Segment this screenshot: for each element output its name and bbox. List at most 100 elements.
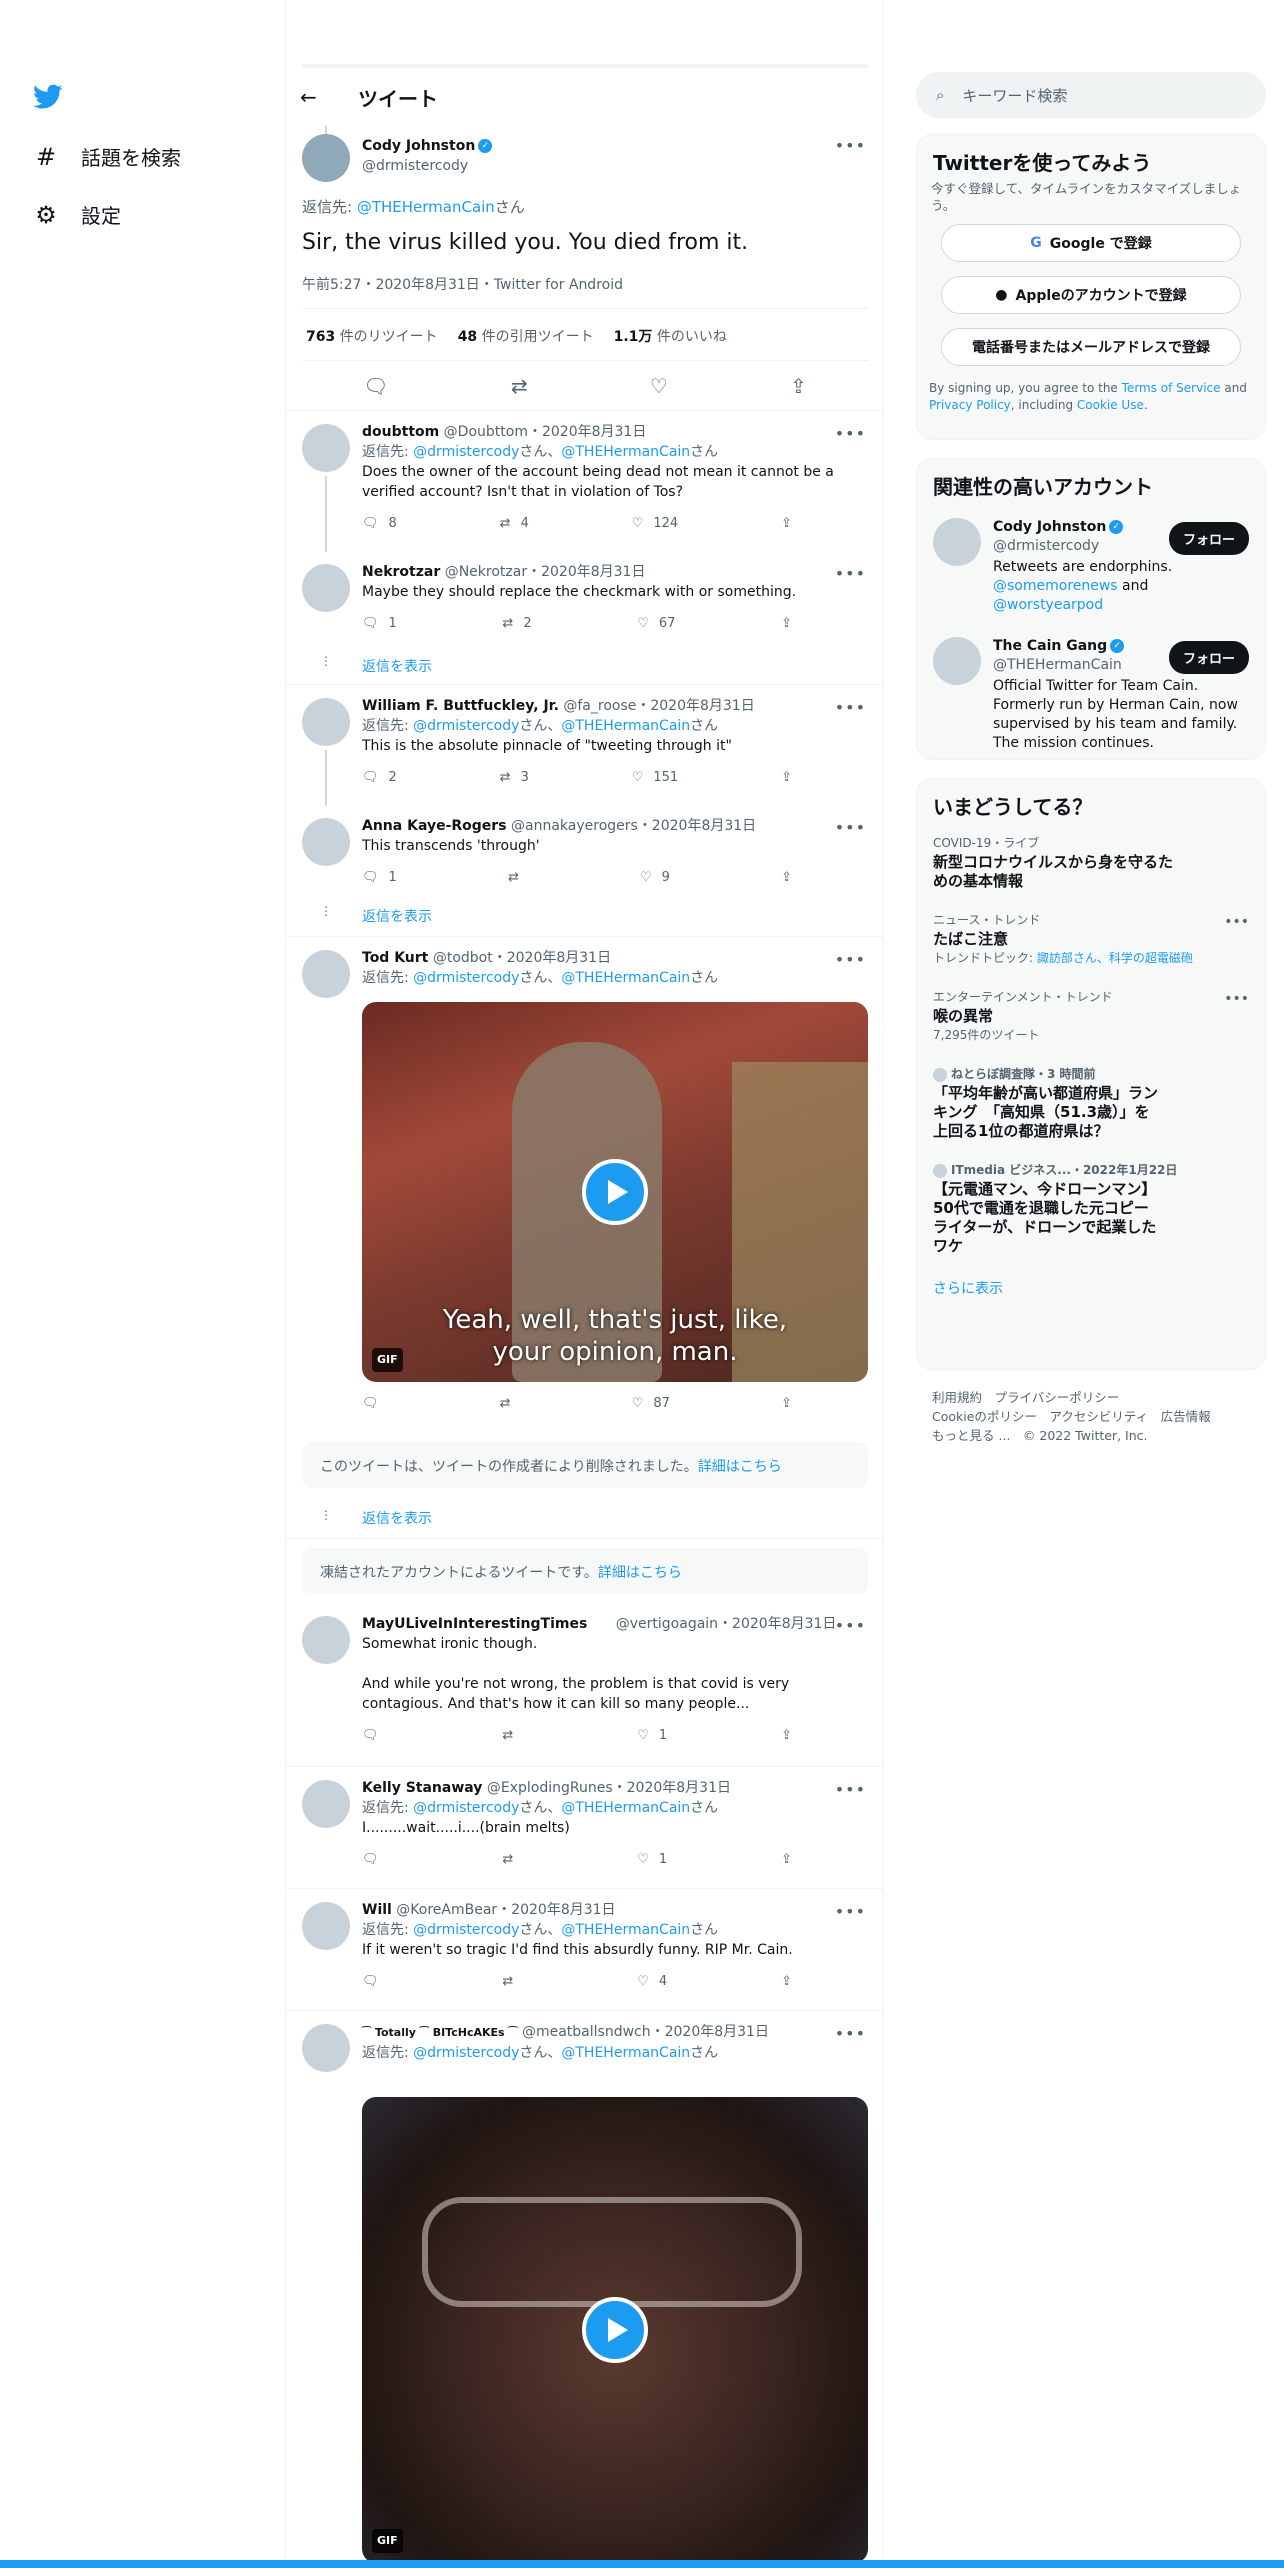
quote-count[interactable]: 48 件の引用ツイート xyxy=(458,326,594,346)
reply-date[interactable]: ・2020年8月31日 xyxy=(636,698,754,714)
reply-button[interactable]: 🗨 2 xyxy=(362,768,397,788)
reply-button[interactable]: 🗨 xyxy=(362,1850,389,1870)
retweet-button[interactable]: ⇄ 2 xyxy=(502,614,531,634)
reply-author-handle[interactable]: @annakayerogers xyxy=(511,818,638,834)
reply-author-name[interactable]: Will xyxy=(362,1902,392,1918)
like-button[interactable]: ♡ 67 xyxy=(637,614,675,634)
avatar[interactable] xyxy=(302,424,350,472)
avatar[interactable] xyxy=(302,2024,350,2072)
trend-topic-link[interactable]: 諏訪部さん、科学の超電磁砲 xyxy=(1037,951,1193,965)
reply-author-handle[interactable]: @vertigoagain xyxy=(616,1616,718,1632)
show-replies-link[interactable]: 返信を表示 xyxy=(362,656,432,676)
account-name[interactable]: Cody Johnston xyxy=(993,519,1106,535)
back-arrow-icon[interactable]: ← xyxy=(300,85,340,109)
bio-link[interactable]: @somemorenews xyxy=(993,578,1118,594)
avatar[interactable] xyxy=(302,818,350,866)
footer-accessibility-link[interactable]: アクセシビリティ xyxy=(1049,1409,1148,1424)
retweet-icon[interactable]: ⇄ xyxy=(511,374,528,398)
share-icon[interactable]: ⇪ xyxy=(790,374,807,398)
avatar[interactable] xyxy=(302,950,350,998)
reply-to-link[interactable]: @THEHermanCain xyxy=(561,2045,690,2061)
reply-author-handle[interactable]: @meatballsndwch xyxy=(522,2024,651,2040)
retweet-button[interactable]: ⇄ xyxy=(502,1850,523,1870)
like-button[interactable]: ♡ 124 xyxy=(632,514,678,534)
share-icon[interactable]: ⇪ xyxy=(781,1850,792,1870)
footer-ads-link[interactable]: 広告情報 xyxy=(1161,1409,1211,1424)
reply-tweet[interactable]: ••• doubttom @Doubttom・2020年8月31日 返信先: @… xyxy=(286,412,883,552)
play-button[interactable] xyxy=(582,1159,648,1225)
reply-date[interactable]: ・2020年8月31日 xyxy=(613,1780,731,1796)
avatar[interactable] xyxy=(933,518,981,566)
nav-explore[interactable]: # 話題を検索 xyxy=(33,142,181,171)
cookie-link[interactable]: Cookie Use xyxy=(1077,398,1144,412)
like-button[interactable]: ♡ 87 xyxy=(632,1394,670,1414)
follow-button[interactable]: フォロー xyxy=(1168,522,1249,555)
reply-date[interactable]: ・2020年8月31日 xyxy=(497,1902,615,1918)
share-icon[interactable]: ⇪ xyxy=(781,514,792,534)
reply-to-link[interactable]: @THEHermanCain xyxy=(561,1800,690,1816)
reply-to-link[interactable]: @drmistercody xyxy=(413,2045,519,2061)
reply-to-link[interactable]: @drmistercody xyxy=(413,718,519,734)
trend-item[interactable]: COVID-19・ライブ 新型コロナウイルスから身を守るための基本情報 xyxy=(917,824,1265,901)
reply-date[interactable]: ・2020年8月31日 xyxy=(493,950,611,966)
reply-tweet[interactable]: ••• MayULiveInInterestingTimes @vertigoa… xyxy=(286,1604,883,1764)
retweet-button[interactable]: ⇄ xyxy=(500,1394,521,1414)
terms-link[interactable]: Terms of Service xyxy=(1122,381,1221,395)
follow-button[interactable]: フォロー xyxy=(1168,641,1249,674)
reply-tweet[interactable]: ••• ⁀ Totally ⁀ BITcHcAKEs ⁀ @meatballsn… xyxy=(286,2012,883,2568)
reply-to-link[interactable]: @THEHermanCain xyxy=(561,718,690,734)
reply-date[interactable]: ・2020年8月31日 xyxy=(527,564,645,580)
author-name[interactable]: Cody Johnston xyxy=(362,138,475,154)
show-replies-link[interactable]: 返信を表示 xyxy=(362,906,432,926)
reply-to-link[interactable]: @drmistercody xyxy=(413,1800,519,1816)
trend-item[interactable]: ねとらぼ調査隊・3 時間前 「平均年齢が高い都道府県」ランキング 「高知県（51… xyxy=(917,1055,1265,1151)
reply-tweet[interactable]: ••• Nekrotzar @Nekrotzar・2020年8月31日 Mayb… xyxy=(286,552,883,684)
reply-author-handle[interactable]: @Doubttom xyxy=(444,424,528,440)
reply-button[interactable]: 🗨 xyxy=(362,1394,389,1414)
reply-tweet[interactable]: ••• Kelly Stanaway @ExplodingRunes・2020年… xyxy=(286,1768,883,1888)
avatar[interactable] xyxy=(302,564,350,612)
reply-tweet[interactable]: ••• Anna Kaye-Rogers @annakayerogers・202… xyxy=(286,806,883,936)
avatar[interactable] xyxy=(302,698,350,746)
reply-author-name[interactable]: ⁀ Totally ⁀ BITcHcAKEs ⁀ xyxy=(362,2026,518,2039)
retweet-button[interactable]: ⇄ xyxy=(502,1726,523,1746)
reply-button[interactable]: 🗨 1 xyxy=(362,868,397,888)
bio-link[interactable]: @worstyearpod xyxy=(993,597,1103,613)
account-item[interactable]: The Cain Gang ✓ @THEHermanCain Official T… xyxy=(917,629,1265,761)
reply-to-link[interactable]: @THEHermanCain xyxy=(561,444,690,460)
like-button[interactable]: ♡ 1 xyxy=(637,1726,667,1746)
reply-button[interactable]: 🗨 xyxy=(362,1726,389,1746)
reply-author-handle[interactable]: @KoreAmBear xyxy=(396,1902,497,1918)
nav-settings[interactable]: ⚙ 設定 xyxy=(33,200,121,229)
account-name[interactable]: The Cain Gang xyxy=(993,638,1107,654)
reply-to-link[interactable]: @drmistercody xyxy=(413,1922,519,1938)
avatar[interactable] xyxy=(302,1902,350,1950)
footer-privacy-link[interactable]: プライバシーポリシー xyxy=(995,1390,1120,1405)
avatar[interactable] xyxy=(302,134,350,182)
reply-button[interactable]: 🗨 1 xyxy=(362,614,397,634)
reply-button[interactable]: 🗨 xyxy=(362,1972,389,1992)
like-button[interactable]: ♡ 4 xyxy=(637,1972,667,1992)
search-box[interactable]: ⌕ キーワード検索 xyxy=(916,72,1266,118)
reply-tweet[interactable]: ••• Will @KoreAmBear・2020年8月31日 返信先: @dr… xyxy=(286,1890,883,2010)
share-icon[interactable]: ⇪ xyxy=(781,614,792,634)
reply-to-link[interactable]: @THEHermanCain xyxy=(357,198,495,216)
reply-author-name[interactable]: doubttom xyxy=(362,424,439,440)
search-input[interactable]: キーワード検索 xyxy=(962,85,1067,106)
tweet-meta[interactable]: 午前5:27・2020年8月31日・Twitter for Android xyxy=(302,274,623,294)
reply-author-name[interactable]: Anna Kaye-Rogers xyxy=(362,818,507,834)
trend-item[interactable]: ITmedia ビジネス...・2022年1月22日 【元電通マン、今ドローンマ… xyxy=(917,1151,1265,1266)
reply-author-handle[interactable]: @ExplodingRunes xyxy=(487,1780,613,1796)
twitter-logo-icon[interactable] xyxy=(33,84,63,110)
reply-author-name[interactable]: MayULiveInInterestingTimes xyxy=(362,1616,587,1632)
play-button[interactable] xyxy=(582,2297,648,2363)
account-item[interactable]: Cody Johnston ✓ @drmistercody Retweets ar… xyxy=(917,510,1265,623)
reply-icon[interactable]: 🗨 xyxy=(363,374,388,398)
show-replies-link[interactable]: 返信を表示 xyxy=(362,1508,432,1528)
more-options-icon[interactable]: ••• xyxy=(1224,913,1249,932)
footer-cookie-link[interactable]: Cookieのポリシー xyxy=(932,1409,1037,1424)
retweet-button[interactable]: ⇄ 4 xyxy=(500,514,529,534)
apple-signup-button[interactable]: ● Appleのアカウントで登録 xyxy=(941,276,1241,314)
footer-more-link[interactable]: もっと見る ... xyxy=(932,1428,1010,1443)
reply-to-link[interactable]: @drmistercody xyxy=(413,444,519,460)
